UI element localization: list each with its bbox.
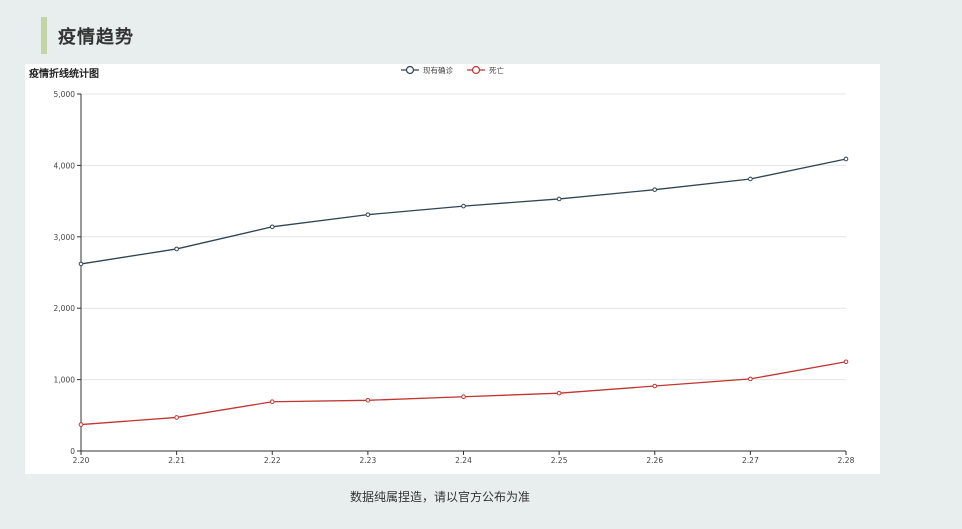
axis-layer: 0 1,000 2,000 3,000 4,000 5,000 2.20 2.21 2.22 2.… — [54, 90, 855, 465]
x-tick-label: 2.21 — [168, 456, 185, 465]
x-tick-label: 2.20 — [73, 456, 90, 465]
section-title: 疫情趋势 — [58, 26, 134, 48]
x-tick-label: 2.23 — [360, 456, 377, 465]
legend-item: 死亡 — [467, 65, 504, 75]
x-tick-label: 2.28 — [838, 456, 855, 465]
data-point — [748, 376, 753, 382]
data-point — [748, 176, 753, 182]
x-tick-label: 2.22 — [264, 456, 281, 465]
data-point — [461, 203, 466, 209]
line-chart: 0 1,000 2,000 3,000 4,000 5,000 2.20 2.21 2.22 2.… — [54, 65, 855, 465]
data-point — [365, 398, 371, 403]
y-tick-label: 4,000 — [54, 161, 76, 170]
x-tick-label: 2.24 — [455, 456, 472, 465]
x-tick-label: 2.27 — [742, 456, 759, 465]
y-tick-label: 1,000 — [54, 376, 76, 385]
y-tick-label: 5,000 — [54, 90, 76, 99]
chart-card: 0 1,000 2,000 3,000 4,000 5,000 2.20 2.21 2.22 2.… — [25, 64, 880, 474]
data-point — [269, 224, 275, 230]
chart-title: 疫情折线统计图 — [29, 69, 99, 80]
x-tick-label: 2.25 — [551, 456, 568, 465]
data-point — [843, 359, 849, 365]
data-point — [652, 383, 658, 389]
data-point — [365, 212, 371, 217]
data-point — [652, 187, 658, 192]
data-point — [174, 246, 179, 252]
legend-label: 死亡 — [489, 65, 504, 75]
y-tick-label: 3,000 — [54, 233, 76, 242]
data-point — [269, 399, 275, 405]
data-point — [78, 261, 84, 267]
data-point — [556, 196, 562, 202]
data-point — [843, 156, 849, 162]
legend-item: 现有确诊 — [401, 65, 453, 75]
series-layer — [78, 156, 849, 427]
series-line — [80, 361, 847, 426]
section-accent-bar — [41, 17, 47, 54]
data-point — [174, 415, 179, 420]
chart-legend: 现有确诊 死亡 — [401, 65, 504, 75]
section-header: 疫情趋势 — [41, 17, 134, 54]
series-line — [80, 158, 847, 265]
data-point — [556, 390, 562, 396]
data-disclaimer: 数据纯属捏造，请以官方公布为准 — [349, 490, 530, 504]
legend-marker — [471, 65, 481, 75]
legend-marker — [405, 65, 415, 75]
grid-layer — [81, 93, 846, 381]
data-point — [78, 422, 84, 427]
y-tick-label: 0 — [70, 447, 75, 456]
y-tick-label: 2,000 — [54, 304, 76, 313]
x-tick-label: 2.26 — [646, 456, 663, 465]
legend-label: 现有确诊 — [423, 65, 453, 75]
data-point — [461, 394, 466, 400]
